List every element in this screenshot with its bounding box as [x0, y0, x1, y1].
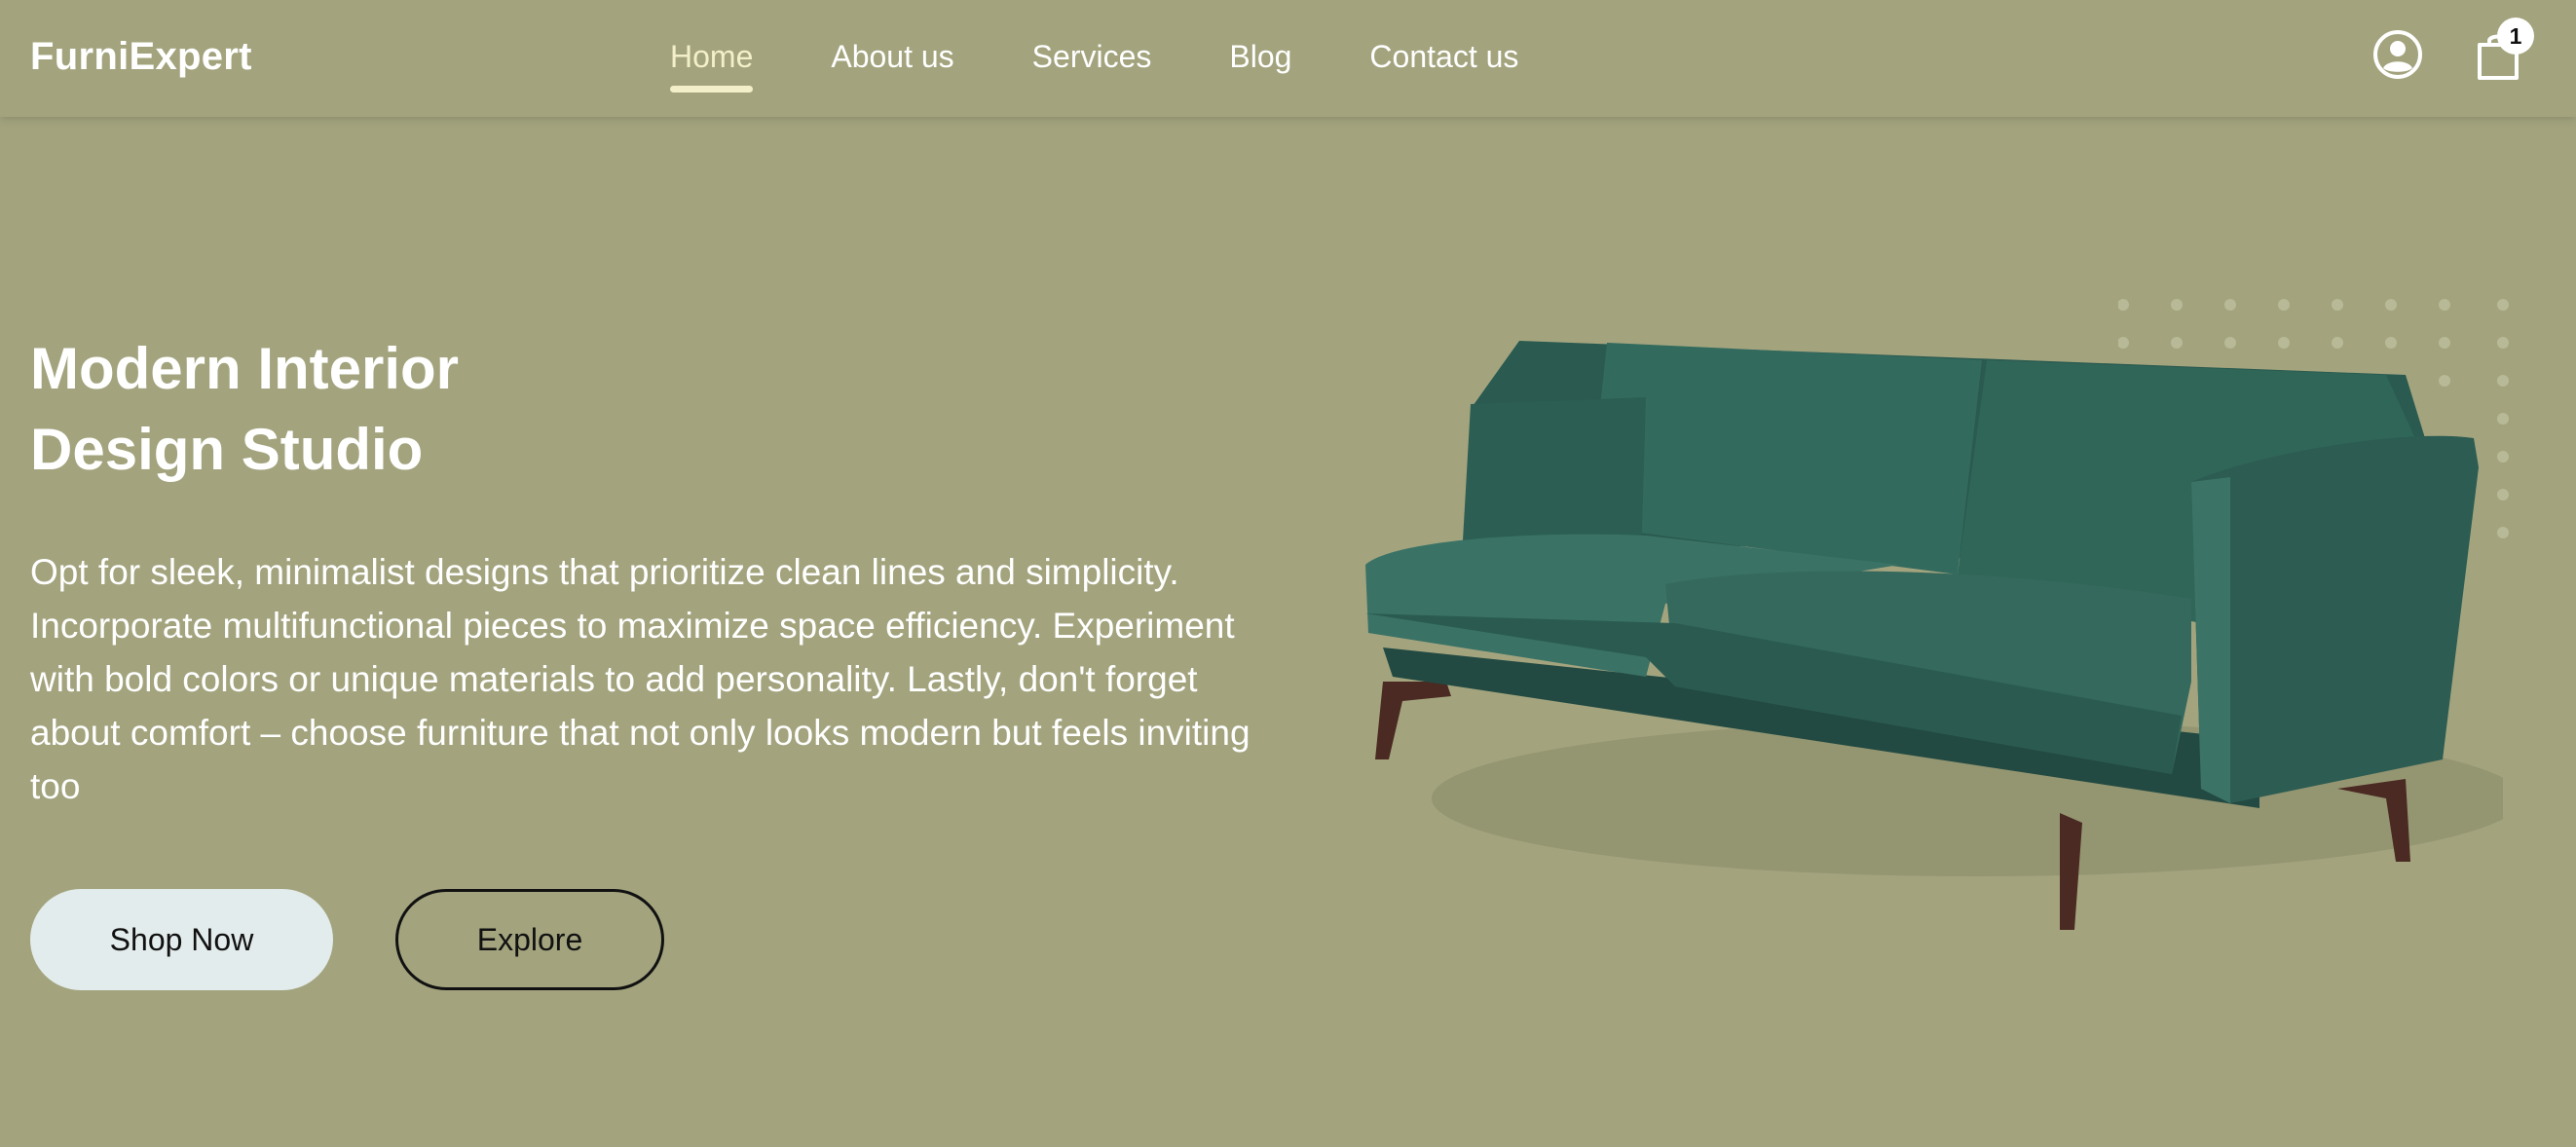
nav-item-home[interactable]: Home — [670, 39, 754, 92]
explore-button[interactable]: Explore — [395, 889, 664, 990]
nav-item-services[interactable]: Services — [1032, 39, 1152, 75]
hero-title-line-2: Design Studio — [30, 417, 424, 482]
cart-count-badge: 1 — [2497, 18, 2534, 55]
nav-item-contact[interactable]: Contact us — [1369, 39, 1518, 75]
nav-item-blog[interactable]: Blog — [1229, 39, 1291, 75]
sofa-image — [1365, 341, 2503, 930]
site-header: FurniExpert Home About us Services Blog … — [0, 0, 2576, 117]
nav-item-label: Services — [1031, 39, 1152, 74]
hero-title-line-1: Modern Interior — [30, 336, 460, 401]
nav-item-about[interactable]: About us — [831, 39, 953, 75]
user-account-icon[interactable] — [2372, 29, 2423, 80]
nav-item-label: Blog — [1229, 39, 1292, 74]
nav-item-label: Home — [670, 39, 754, 74]
hero-title: Modern Interior Design Studio — [30, 328, 459, 490]
nav-item-label: About us — [831, 39, 954, 74]
main-nav: Home About us Services Blog Contact us — [670, 39, 1596, 92]
brand-logo[interactable]: FurniExpert — [30, 35, 252, 79]
shop-now-button[interactable]: Shop Now — [30, 889, 333, 990]
nav-item-label: Contact us — [1369, 39, 1519, 74]
hero-description: Opt for sleek, minimalist designs that p… — [30, 552, 1251, 806]
active-nav-indicator — [670, 86, 754, 92]
